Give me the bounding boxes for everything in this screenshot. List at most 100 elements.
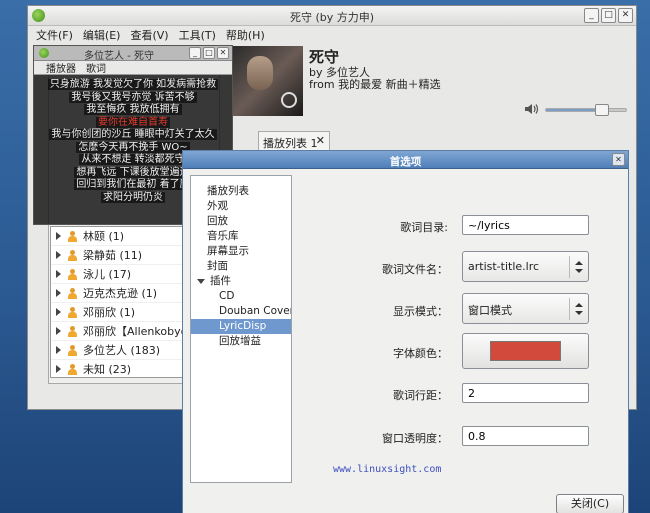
expand-arrow-icon[interactable]: [56, 289, 61, 297]
expand-arrow-icon[interactable]: [56, 327, 61, 335]
nav-item[interactable]: LyricDisp: [191, 319, 291, 334]
lyric-text: 求阳分明仍炎: [101, 191, 165, 203]
lyrics-filename-value: artist-title.lrc: [468, 260, 540, 273]
nav-item-label: 屏幕显示: [207, 245, 249, 257]
nav-item[interactable]: 封面: [191, 259, 291, 274]
expand-arrow-icon[interactable]: [56, 270, 61, 278]
display-mode-label: 显示模式：: [393, 305, 448, 318]
lyric-app-icon: [39, 48, 49, 58]
lyric-text: 怎麽今天再不挽手 WO~: [76, 141, 190, 153]
lyric-line-current: 要你在难自首寿: [34, 116, 232, 130]
lyrics-dir-input[interactable]: [462, 215, 589, 235]
tab-close-icon[interactable]: ✕: [316, 134, 325, 147]
artist-icon: [68, 325, 77, 337]
artist-icon: [68, 249, 77, 261]
nav-item[interactable]: 回放增益: [191, 334, 291, 349]
minimize-button[interactable]: _: [584, 8, 599, 23]
lyrics-filename-combo[interactable]: artist-title.lrc: [462, 251, 589, 282]
artist-name: 未知 (23): [83, 363, 132, 376]
combo-separator: [569, 256, 570, 278]
nav-item[interactable]: Douban Covers: [191, 304, 291, 319]
line-spacing-input[interactable]: [462, 383, 589, 403]
expand-arrow-icon[interactable]: [56, 251, 61, 259]
menu-edit[interactable]: 编辑(E): [83, 27, 121, 43]
nav-item-label: 封面: [207, 260, 228, 272]
nav-item[interactable]: 播放列表: [191, 184, 291, 199]
nav-item-label: 回放增益: [219, 335, 261, 347]
font-color-swatch: [490, 341, 561, 361]
nav-item-label: CD: [219, 290, 235, 302]
expand-arrow-icon[interactable]: [56, 232, 61, 240]
maximize-button[interactable]: □: [601, 8, 616, 23]
menubar: 文件(F) 编辑(E) 查看(V) 工具(T) 帮助(H): [28, 26, 636, 44]
line-spacing-label: 歌词行距：: [393, 389, 448, 402]
volume-slider[interactable]: [545, 104, 627, 116]
artist-name: 迈克杰克逊 (1): [83, 287, 158, 300]
nav-item-label: 插件: [210, 275, 231, 287]
lyric-text: 我号後又我号亦觉 诉苦不够: [69, 91, 197, 103]
lyric-menu-lyrics[interactable]: 歌词: [86, 60, 106, 75]
main-titlebar[interactable]: 死守 (by 方力申) _ □ ✕: [28, 6, 636, 26]
nav-scroll-clip: [191, 176, 291, 184]
artist-name: 泳儿 (17): [83, 268, 132, 281]
close-window-button[interactable]: ✕: [618, 8, 633, 23]
menu-tools[interactable]: 工具(T): [179, 27, 216, 43]
expand-arrow-icon[interactable]: [56, 308, 61, 316]
preferences-title: 首选项: [389, 156, 422, 168]
lyric-titlebar[interactable]: 多位艺人 - 死守 _ □ ✕: [34, 46, 232, 62]
nav-item[interactable]: 插件: [191, 274, 291, 289]
nav-item[interactable]: 屏幕显示: [191, 244, 291, 259]
font-color-label: 字体颜色：: [393, 347, 448, 360]
artist-icon: [68, 363, 77, 375]
expander-icon[interactable]: [197, 278, 205, 284]
menu-file[interactable]: 文件(F): [36, 27, 73, 43]
lyric-minimize-button[interactable]: _: [189, 47, 201, 59]
artist-icon: [68, 287, 77, 299]
preferences-dialog: 首选项 ✕ 播放列表 外观回放 音乐库屏幕显示封面插件 CD Douban Covers…: [182, 150, 629, 513]
lyric-line: 我号後又我号亦觉 诉苦不够: [34, 91, 232, 105]
preferences-nav: 播放列表 外观回放 音乐库屏幕显示封面插件 CD Douban Covers LyricD…: [190, 175, 292, 483]
combo-separator: [569, 298, 570, 320]
volume-icon[interactable]: [525, 103, 539, 115]
nav-item[interactable]: CD: [191, 289, 291, 304]
menu-help[interactable]: 帮助(H): [226, 27, 265, 43]
nav-item-label: 外观: [207, 200, 228, 212]
lyrics-dir-label: 歌词目录:: [400, 221, 448, 234]
opacity-input[interactable]: [462, 426, 589, 446]
combo-arrows-icon[interactable]: [572, 256, 585, 278]
volume-knob[interactable]: [595, 104, 609, 116]
lyric-line: 只身旅游 我发觉欠了你 如发病需抢救: [34, 79, 232, 92]
lyric-menu-player[interactable]: 播放器: [46, 60, 76, 75]
watermark: www.linuxsight.com: [333, 464, 442, 475]
nav-item[interactable]: 回放: [191, 214, 291, 229]
lyric-maximize-button[interactable]: □: [203, 47, 215, 59]
display-mode-value: 窗口模式: [468, 304, 512, 317]
artist-icon: [68, 268, 77, 280]
artist-name: 林颐 (1): [83, 230, 125, 243]
lyric-menubar: 播放器 歌词: [34, 61, 232, 75]
nav-item-label: 音乐库: [207, 230, 239, 242]
display-mode-combo[interactable]: 窗口模式: [462, 293, 589, 324]
preferences-titlebar[interactable]: 首选项 ✕: [183, 151, 628, 169]
font-color-button[interactable]: [462, 333, 589, 369]
expand-arrow-icon[interactable]: [56, 346, 61, 354]
opacity-label: 窗口透明度：: [382, 432, 448, 445]
nav-item[interactable]: 外观: [191, 199, 291, 214]
artist-name: 多位艺人 (183): [83, 344, 161, 357]
lyric-text: 只身旅游 我发觉欠了你 如发病需抢救: [47, 79, 219, 90]
lyric-close-button[interactable]: ✕: [217, 47, 229, 59]
preferences-close-icon[interactable]: ✕: [612, 153, 625, 166]
tab-playlist-label: 播放列表 1: [263, 137, 318, 150]
artist-icon: [68, 344, 77, 356]
menu-view[interactable]: 查看(V): [130, 27, 168, 43]
tab-playlist-1[interactable]: 播放列表 1 ✕: [258, 131, 330, 151]
window-title: 死守 (by 方力申): [289, 11, 375, 24]
expand-arrow-icon[interactable]: [56, 365, 61, 373]
lyric-text: 想再飞远 下课後放堂遍运: [74, 166, 192, 178]
nav-item-label: Douban Covers: [219, 305, 292, 317]
lyric-text: 要你在难自首寿: [96, 116, 170, 128]
combo-arrows-icon[interactable]: [572, 298, 585, 320]
nav-item[interactable]: 音乐库: [191, 229, 291, 244]
close-button[interactable]: 关闭(C): [556, 494, 624, 513]
album-cover[interactable]: [233, 46, 303, 116]
